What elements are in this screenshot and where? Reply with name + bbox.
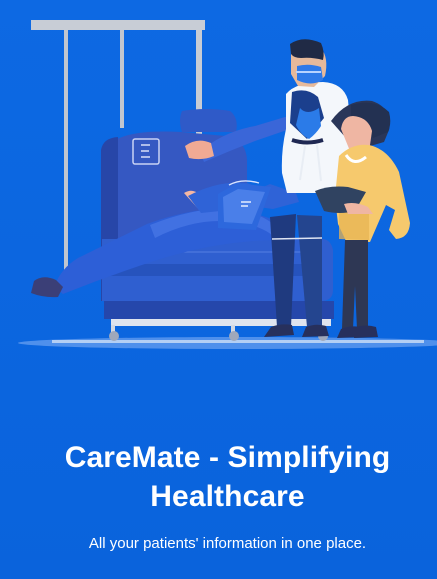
- hospital-illustration: [18, 20, 437, 349]
- floor-line: [52, 340, 424, 343]
- page-subtitle: All your patients' information in one pl…: [88, 535, 367, 552]
- page-title: CareMate - Simplifying Healthcare: [64, 441, 391, 513]
- onboarding-screen: CareMate - Simplifying Healthcare All yo…: [0, 0, 437, 579]
